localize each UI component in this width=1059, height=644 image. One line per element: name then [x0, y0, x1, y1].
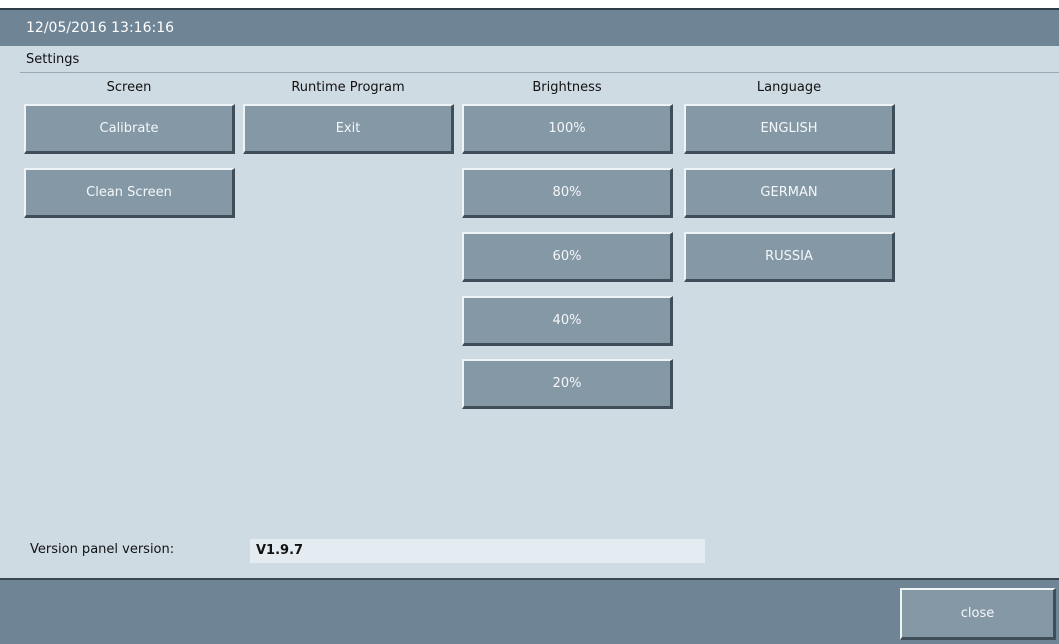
header-divider: [20, 72, 1059, 73]
datetime-display: 12/05/2016 13:16:16: [26, 20, 175, 36]
runtime-column-heading: Runtime Program: [291, 80, 405, 95]
language-english-button[interactable]: ENGLISH: [684, 104, 895, 154]
language-column-heading: Language: [756, 80, 822, 95]
brightness-60-button[interactable]: 60%: [462, 232, 673, 282]
language-russia-button[interactable]: RUSSIA: [684, 232, 895, 282]
settings-window: 12/05/2016 13:16:16 Settings Screen Cali…: [0, 8, 1059, 644]
close-button[interactable]: close: [900, 588, 1056, 640]
title-bar: 12/05/2016 13:16:16: [0, 8, 1059, 46]
brightness-80-button[interactable]: 80%: [462, 168, 673, 218]
screen-column-heading: Screen: [106, 80, 152, 95]
brightness-100-button[interactable]: 100%: [462, 104, 673, 154]
brightness-20-button[interactable]: 20%: [462, 359, 673, 409]
bottom-bar: close: [0, 578, 1059, 644]
brightness-40-button[interactable]: 40%: [462, 296, 673, 346]
page-title: Settings: [26, 52, 80, 67]
version-value-field: V1.9.7: [250, 539, 705, 563]
clean-screen-button[interactable]: Clean Screen: [24, 168, 235, 218]
language-german-button[interactable]: GERMAN: [684, 168, 895, 218]
exit-runtime-button[interactable]: Exit: [243, 104, 454, 154]
calibrate-button[interactable]: Calibrate: [24, 104, 235, 154]
version-label: Version panel version:: [30, 542, 175, 557]
brightness-column-heading: Brightness: [532, 80, 602, 95]
